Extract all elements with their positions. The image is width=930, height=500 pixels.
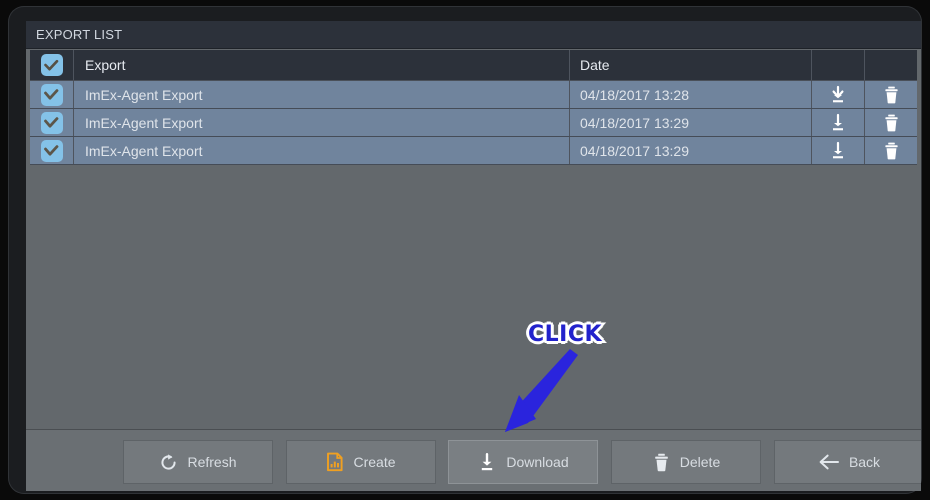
download-icon [828,113,848,133]
device-frame: EXPORT LIST Export Date ImEx-Agent Expor… [8,6,922,494]
row-export-name: ImEx-Agent Export [74,137,570,164]
delete-button-label: Delete [679,454,721,470]
table-row[interactable]: ImEx-Agent Export 04/18/2017 13:28 [30,81,917,109]
column-header-delete [865,50,917,80]
row-download-button[interactable] [812,81,865,108]
select-all-cell[interactable] [30,50,74,80]
back-button-label: Back [848,454,881,470]
window-titlebar: EXPORT LIST [26,21,921,49]
column-header-export[interactable]: Export [74,50,570,80]
checkmark-icon [44,88,59,101]
trash-icon [652,452,671,473]
trash-icon [882,113,901,133]
select-all-checkbox[interactable] [40,54,63,76]
bottom-toolbar: Refresh Create Download Delete Back [26,429,921,491]
screenshot-root: EXPORT LIST Export Date ImEx-Agent Expor… [0,0,930,500]
row-select-cell[interactable] [30,109,74,136]
download-button-label: Download [506,454,569,470]
row-export-date: 04/18/2017 13:28 [570,81,812,108]
export-list-window: EXPORT LIST Export Date ImEx-Agent Expor… [26,21,921,491]
row-select-cell[interactable] [30,137,74,164]
checkmark-icon [44,144,59,157]
table-header-row: Export Date [30,50,917,81]
create-button-label: Create [353,454,396,470]
table-row[interactable]: ImEx-Agent Export 04/18/2017 13:29 [30,109,917,137]
row-delete-button[interactable] [865,81,917,108]
page-title: EXPORT LIST [36,27,123,42]
create-report-icon [326,452,344,472]
export-table: Export Date ImEx-Agent Export 04/18/2017… [30,50,917,165]
download-button[interactable]: Download [448,440,598,484]
trash-icon [882,141,901,161]
trash-icon [882,85,901,105]
table-row[interactable]: ImEx-Agent Export 04/18/2017 13:29 [30,137,917,165]
row-checkbox[interactable] [40,139,63,162]
row-export-name: ImEx-Agent Export [74,81,570,108]
column-header-date[interactable]: Date [570,50,812,80]
row-export-date: 04/18/2017 13:29 [570,137,812,164]
row-delete-button[interactable] [865,109,917,136]
refresh-button-label: Refresh [187,454,237,470]
download-icon [828,85,848,105]
column-header-download [812,50,865,80]
download-icon [828,141,848,161]
checkmark-icon [44,59,59,72]
row-select-cell[interactable] [30,81,74,108]
back-button[interactable]: Back [774,440,921,484]
row-download-button[interactable] [812,137,865,164]
refresh-button[interactable]: Refresh [123,440,273,484]
checkmark-icon [44,116,59,129]
row-checkbox[interactable] [40,83,63,106]
download-icon [477,452,497,473]
row-checkbox[interactable] [40,111,63,134]
row-export-date: 04/18/2017 13:29 [570,109,812,136]
arrow-left-icon [818,453,840,471]
create-button[interactable]: Create [286,440,436,484]
refresh-icon [159,453,178,472]
delete-button[interactable]: Delete [611,440,761,484]
row-delete-button[interactable] [865,137,917,164]
row-export-name: ImEx-Agent Export [74,109,570,136]
row-download-button[interactable] [812,109,865,136]
